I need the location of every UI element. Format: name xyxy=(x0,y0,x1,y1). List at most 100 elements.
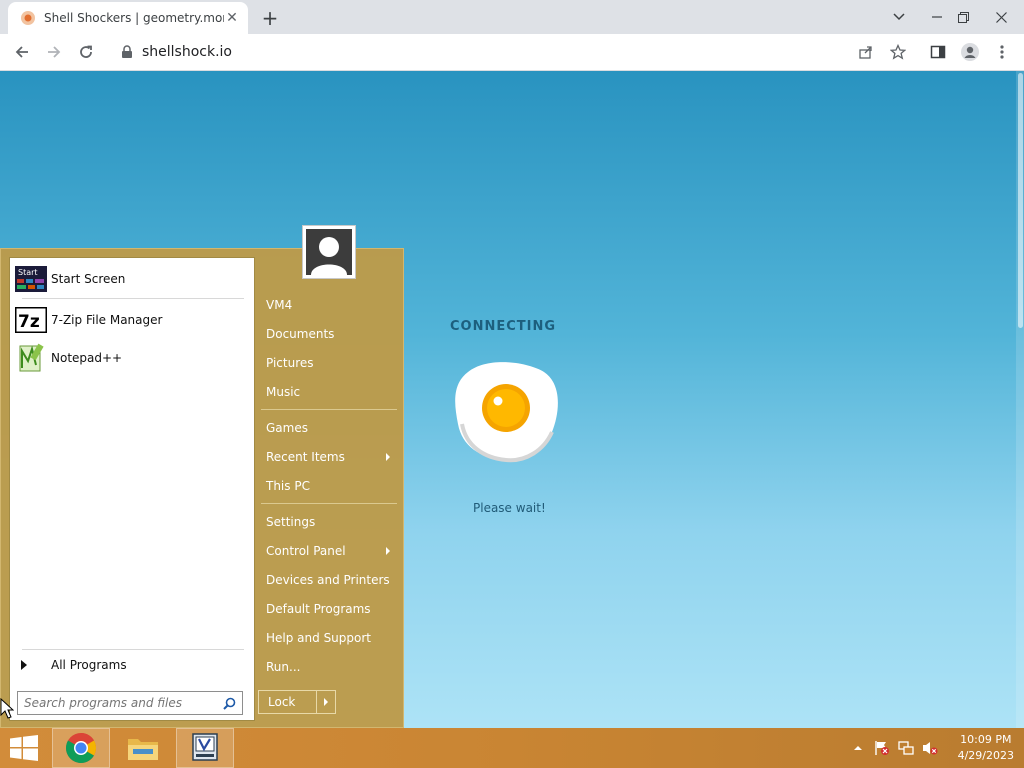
7zip-item[interactable]: 7z 7-Zip File Manager xyxy=(15,303,247,337)
run-link[interactable]: Run... xyxy=(266,656,394,678)
all-programs-label: All Programs xyxy=(51,658,127,672)
games-label: Games xyxy=(266,421,308,435)
user-avatar-icon xyxy=(311,237,347,275)
devices-printers-link[interactable]: Devices and Printers xyxy=(266,569,394,591)
start-screen-label: Start Screen xyxy=(51,272,126,286)
browser-toolbar: shellshock.io xyxy=(0,34,1024,71)
browser-tab[interactable]: Shell Shockers | geometry.monst ✕ xyxy=(8,2,248,34)
recent-items-link[interactable]: Recent Items xyxy=(266,446,394,468)
browser-menu-icon[interactable] xyxy=(992,42,1012,62)
pictures-label: Pictures xyxy=(266,356,314,370)
share-icon[interactable] xyxy=(856,42,876,62)
page-scrollbar[interactable] xyxy=(1016,71,1024,728)
mouse-pointer-icon xyxy=(0,698,14,719)
tab-search-chevron-icon[interactable] xyxy=(884,0,914,34)
url-text: shellshock.io xyxy=(142,44,233,60)
pictures-link[interactable]: Pictures xyxy=(266,352,394,374)
browser-tab-bar: Shell Shockers | geometry.monst ✕ + xyxy=(0,0,1024,34)
svg-text:Start: Start xyxy=(18,268,38,277)
start-button[interactable] xyxy=(0,728,48,768)
profile-avatar-icon[interactable] xyxy=(960,42,980,62)
lock-label: Lock xyxy=(268,695,296,709)
chrome-icon xyxy=(65,733,97,764)
shellshockers-favicon-icon xyxy=(21,11,35,25)
expand-arrow-icon xyxy=(21,660,27,670)
7zip-label: 7-Zip File Manager xyxy=(51,313,163,327)
taskbar-vm-app-button[interactable] xyxy=(176,728,234,768)
start-screen-item[interactable]: Start Start Screen xyxy=(15,262,247,296)
default-programs-label: Default Programs xyxy=(266,602,371,616)
network-icon[interactable] xyxy=(898,740,914,756)
tab-close-icon[interactable]: ✕ xyxy=(224,10,240,26)
devices-printers-label: Devices and Printers xyxy=(266,573,390,587)
virtual-machine-icon xyxy=(192,733,218,761)
recent-items-label: Recent Items xyxy=(266,450,345,464)
control-panel-link[interactable]: Control Panel xyxy=(266,540,394,562)
volume-muted-icon[interactable] xyxy=(922,740,938,756)
music-link[interactable]: Music xyxy=(266,381,394,403)
show-hidden-icons-arrow[interactable] xyxy=(850,740,866,756)
clock-time: 10:09 PM xyxy=(960,733,1012,746)
program-search-input[interactable] xyxy=(24,696,223,710)
start-menu: Start Start Screen 7z 7-Zip File Manager xyxy=(0,225,404,728)
forward-button[interactable] xyxy=(40,38,68,66)
all-programs-separator xyxy=(22,649,244,650)
taskbar-chrome-button[interactable] xyxy=(52,728,110,768)
settings-label: Settings xyxy=(266,515,316,529)
please-wait-text: Please wait! xyxy=(473,501,546,515)
taskbar: 10:09 PM 4/29/2023 xyxy=(0,728,1024,768)
notepad-plus-plus-icon xyxy=(15,343,47,372)
documents-link[interactable]: Documents xyxy=(266,323,394,345)
help-support-label: Help and Support xyxy=(266,631,371,645)
restore-button[interactable] xyxy=(948,0,978,34)
address-bar[interactable]: shellshock.io xyxy=(110,38,910,66)
folder-icon xyxy=(128,739,158,760)
this-pc-label: This PC xyxy=(266,479,310,493)
this-pc-link[interactable]: This PC xyxy=(266,475,394,497)
notepadpp-item[interactable]: Notepad++ xyxy=(15,341,247,375)
documents-label: Documents xyxy=(266,327,335,341)
reload-button[interactable] xyxy=(72,38,100,66)
search-icon[interactable] xyxy=(223,697,236,710)
new-tab-button[interactable]: + xyxy=(258,6,282,30)
control-panel-label: Control Panel xyxy=(266,544,346,558)
all-programs-button[interactable]: All Programs xyxy=(20,654,127,676)
submenu-arrow-icon xyxy=(386,453,390,461)
lock-icon xyxy=(122,45,132,58)
back-button[interactable] xyxy=(8,38,36,66)
system-clock[interactable]: 10:09 PM 4/29/2023 xyxy=(958,732,1014,764)
default-programs-link[interactable]: Default Programs xyxy=(266,598,394,620)
start-menu-programs-pane: Start Start Screen 7z 7-Zip File Manager xyxy=(9,257,255,721)
7zip-icon: 7z xyxy=(15,306,47,334)
close-window-button[interactable] xyxy=(986,0,1016,34)
games-link[interactable]: Games xyxy=(266,417,394,439)
lock-button[interactable]: Lock xyxy=(258,690,336,714)
taskbar-file-explorer-button[interactable] xyxy=(114,728,172,768)
program-search-box[interactable] xyxy=(17,691,243,715)
user-picture[interactable] xyxy=(302,225,356,279)
fried-egg-icon xyxy=(455,362,558,463)
music-label: Music xyxy=(266,385,301,399)
settings-link[interactable]: Settings xyxy=(266,511,394,533)
tab-title: Shell Shockers | geometry.monst xyxy=(44,11,224,25)
bookmark-star-icon[interactable] xyxy=(888,42,908,62)
vm4-label: VM4 xyxy=(266,298,293,312)
run-label: Run... xyxy=(266,660,301,674)
help-support-link[interactable]: Help and Support xyxy=(266,627,394,649)
power-options-arrow-button[interactable] xyxy=(316,691,335,713)
scrollbar-thumb[interactable] xyxy=(1018,73,1023,328)
user-folder-vm4[interactable]: VM4 xyxy=(266,294,394,316)
connecting-heading: CONNECTING xyxy=(450,319,557,334)
start-screen-icon: Start xyxy=(15,265,47,293)
windows-logo-icon xyxy=(10,735,38,761)
clock-date: 4/29/2023 xyxy=(957,749,1014,762)
action-center-flag-icon[interactable] xyxy=(874,740,890,756)
submenu-arrow-icon xyxy=(386,547,390,555)
notepadpp-label: Notepad++ xyxy=(51,351,123,365)
right-separator-2 xyxy=(261,503,397,504)
right-arrow-icon xyxy=(324,698,328,706)
right-separator-1 xyxy=(261,409,397,410)
side-panel-icon[interactable] xyxy=(928,42,948,62)
pinned-separator xyxy=(22,298,244,299)
svg-text:7z: 7z xyxy=(18,312,40,332)
